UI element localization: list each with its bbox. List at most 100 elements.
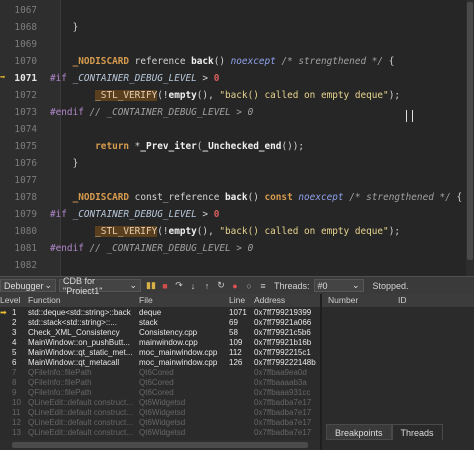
column-line[interactable]: Line: [229, 294, 245, 307]
column-function[interactable]: Function: [28, 294, 61, 307]
stack-cell-address: 0x7ffbadba7e17: [254, 408, 312, 417]
debug-tabs: Breakpoints Threads: [326, 424, 443, 440]
code-line[interactable]: 1080 _STL_VERIFY(!empty(), "back() calle…: [0, 223, 466, 240]
stack-cell-file: Qt6Widgetsd: [139, 398, 186, 407]
line-number: 1070: [14, 56, 37, 67]
stack-cell-file: Qt6Widgetsd: [139, 428, 186, 437]
stack-cell-file: moc_mainwindow.cpp: [139, 348, 218, 357]
engine-select[interactable]: CDB for "Project1" ⌄: [59, 276, 141, 296]
stack-cell-file: Consistency.cpp: [139, 328, 198, 337]
restart-icon[interactable]: ↻: [215, 280, 227, 292]
stack-cell-level: 4: [12, 338, 17, 347]
debugger-perspective-select[interactable]: Debugger ⌄: [0, 279, 56, 292]
code-text[interactable]: #if _CONTAINER_DEBUG_LEVEL > 0: [50, 70, 219, 87]
code-text[interactable]: return *_Prev_iter(_Unchecked_end());: [50, 138, 304, 155]
code-text[interactable]: _NODISCARD const_reference back() const …: [50, 189, 463, 206]
code-line[interactable]: 1078 _NODISCARD const_reference back() c…: [0, 189, 466, 206]
stack-cell-function: std::deque<std::string>::back: [28, 308, 131, 317]
stack-frame-row[interactable]: 11 QLineEdit::default construct... Qt6Widg…: [0, 408, 320, 418]
code-line[interactable]: 1075 return *_Prev_iter(_Unchecked_end()…: [0, 138, 466, 155]
stack-cell-line: 112: [229, 348, 242, 357]
stack-cell-address: 0x7ff79921a066: [254, 318, 312, 327]
code-line[interactable]: 1077: [0, 172, 466, 189]
stack-cell-level: 5: [12, 348, 17, 357]
code-text[interactable]: #endif // _CONTAINER_DEBUG_LEVEL > 0: [50, 240, 253, 257]
tab-breakpoints[interactable]: Breakpoints: [326, 424, 392, 440]
step-over-icon[interactable]: ↷: [173, 280, 185, 292]
code-text[interactable]: }: [50, 19, 79, 36]
line-number: 1073: [14, 107, 37, 118]
tab-threads[interactable]: Threads: [391, 424, 443, 440]
code-editor[interactable]: 1067 1068 } 1069 1070 _NODISCARD reference …: [0, 0, 474, 276]
code-line[interactable]: 1074: [0, 121, 466, 138]
step-into-icon[interactable]: ↓: [187, 280, 199, 292]
stack-horizontal-scrollbar[interactable]: [0, 440, 320, 450]
code-line[interactable]: 1082: [0, 257, 466, 274]
stack-cell-level: 6: [12, 358, 17, 367]
stack-frame-row[interactable]: 2 std::stack<std::string>::... stack 69 0x7f…: [0, 318, 320, 328]
thread-select[interactable]: #0 ⌄: [313, 279, 364, 292]
column-id[interactable]: ID: [398, 294, 407, 307]
code-line[interactable]: 1067: [0, 2, 466, 19]
code-text[interactable]: #endif // _CONTAINER_DEBUG_LEVEL > 0: [50, 104, 253, 121]
stack-frame-row[interactable]: 10 QLineEdit::default construct... Qt6Widg…: [0, 398, 320, 408]
stack-cell-function: QLineEdit::default construct...: [28, 408, 133, 417]
dot-icon[interactable]: ○: [243, 280, 255, 292]
threads-header: Number ID: [322, 294, 474, 308]
stop-icon[interactable]: ■: [159, 280, 171, 292]
code-line[interactable]: 1068 }: [0, 19, 466, 36]
stack-cell-file: Qt6Cored: [139, 388, 174, 397]
stack-cell-address: 0x7ff799222148b: [254, 358, 316, 367]
stack-cell-level: 12: [12, 418, 21, 427]
code-text[interactable]: #if _CONTAINER_DEBUG_LEVEL > 0: [50, 206, 219, 223]
stack-cell-address: 0x7ffbadba7e17: [254, 418, 312, 427]
continue-icon[interactable]: ▮▮: [145, 280, 157, 292]
stack-frame-row[interactable]: 8 QFileInfo::filePath Qt6Cored 0x7ffbaaaab3…: [0, 378, 320, 388]
stack-frame-row[interactable]: 6 MainWindow::qt_metacall moc_mainwindow.c…: [0, 358, 320, 368]
text-cursor-icon: [406, 110, 413, 122]
line-number: 1077: [14, 175, 37, 186]
stack-frame-row[interactable]: 4 MainWindow::on_pushButt... mainwindow.cp…: [0, 338, 320, 348]
code-text[interactable]: _STL_VERIFY(!empty(), "back() called on …: [50, 87, 400, 104]
operate-by-instruction-icon[interactable]: ≡: [257, 280, 269, 292]
code-line[interactable]: ➡ 1071 #if _CONTAINER_DEBUG_LEVEL > 0: [0, 70, 466, 87]
code-line[interactable]: 1072 _STL_VERIFY(!empty(), "back() calle…: [0, 87, 466, 104]
stack-frame-row[interactable]: ➡ 1 std::deque<std::string>::back deque 1071…: [0, 308, 320, 318]
stack-scrollbar-thumb[interactable]: [12, 442, 308, 448]
line-number: 1076: [14, 158, 37, 169]
code-text[interactable]: _NODISCARD reference back() noexcept /* …: [50, 53, 395, 70]
stack-frame-row[interactable]: 13 QLineEdit::default construct... Qt6Widg…: [0, 428, 320, 438]
column-address[interactable]: Address: [254, 294, 285, 307]
line-number: 1080: [14, 226, 37, 237]
stack-cell-line: 1071: [229, 308, 247, 317]
code-line[interactable]: 1073 #endif // _CONTAINER_DEBUG_LEVEL > 0: [0, 104, 466, 121]
stack-frame-row[interactable]: 9 QFileInfo::filePath Qt6Cored 0x7ffbaaa931…: [0, 388, 320, 398]
code-line[interactable]: 1081 #endif // _CONTAINER_DEBUG_LEVEL > 0: [0, 240, 466, 257]
line-number: 1067: [14, 5, 37, 16]
stack-view[interactable]: ➡ 1 std::deque<std::string>::back deque 1071…: [0, 307, 320, 450]
stack-cell-level: 3: [12, 328, 17, 337]
code-line[interactable]: 1070 _NODISCARD reference back() noexcep…: [0, 53, 466, 70]
code-line[interactable]: 1076 }: [0, 155, 466, 172]
breakpoint-icon[interactable]: ●: [229, 280, 241, 292]
stack-frame-row[interactable]: 3 Check_XML_Consistency Consistency.cpp 58 0…: [0, 328, 320, 338]
code-text[interactable]: }: [50, 155, 79, 172]
step-out-icon[interactable]: ↑: [201, 280, 213, 292]
code-line[interactable]: 1079 #if _CONTAINER_DEBUG_LEVEL > 0: [0, 206, 466, 223]
stack-cell-level: 10: [12, 398, 21, 407]
editor-vertical-scrollbar[interactable]: [466, 0, 474, 276]
editor-scrollbar-thumb[interactable]: [467, 2, 473, 260]
stack-cell-function: QLineEdit::default construct...: [28, 398, 133, 407]
debugger-label: Debugger: [4, 280, 44, 291]
column-file[interactable]: File: [139, 294, 153, 307]
stack-frame-row[interactable]: 7 QFileInfo::filePath Qt6Cored 0x7ffbaa9ea0…: [0, 368, 320, 378]
stack-cell-address: 0x7ff79921b16b: [254, 338, 312, 347]
stack-frame-row[interactable]: 12 QLineEdit::default construct... Qt6Widg…: [0, 418, 320, 428]
column-level[interactable]: Level: [0, 294, 20, 307]
debugger-status: Stopped.: [372, 280, 409, 291]
stack-frame-row[interactable]: 5 MainWindow::qt_static_met... moc_mainwin…: [0, 348, 320, 358]
code-text[interactable]: _STL_VERIFY(!empty(), "back() called on …: [50, 223, 400, 240]
code-line[interactable]: 1069: [0, 36, 466, 53]
column-number[interactable]: Number: [328, 294, 358, 307]
stack-cell-address: 0x7ffbadba7e17: [254, 428, 312, 437]
